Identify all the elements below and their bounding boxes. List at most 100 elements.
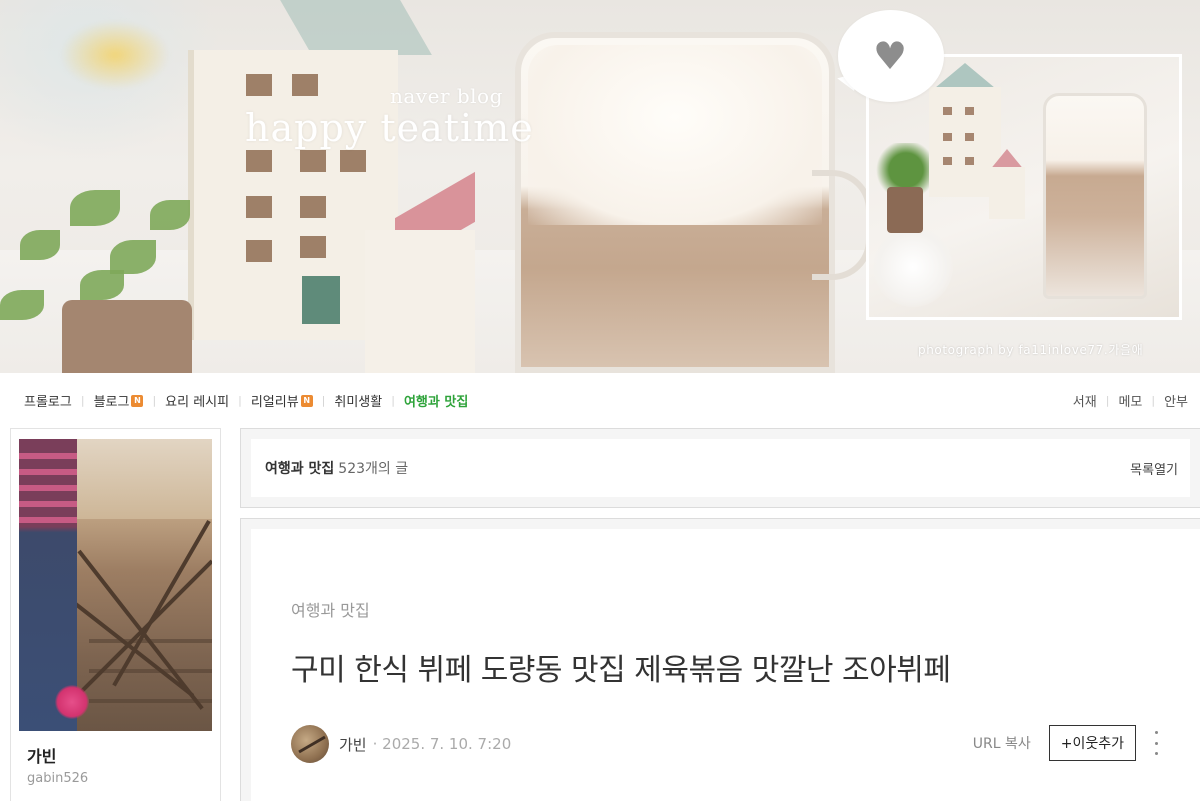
- url-copy-button[interactable]: URL 복사: [973, 733, 1031, 753]
- menu-separator: |: [1105, 394, 1110, 407]
- profile-image-rail: [76, 559, 212, 697]
- menu-separator: |: [321, 394, 326, 407]
- photo-house-window: [965, 157, 974, 165]
- photo-credit: photograph by fa11inlove77.가을애: [918, 343, 1144, 357]
- menu-item-label: 안부: [1164, 395, 1188, 410]
- menu-item-label: 여행과 맛집: [403, 395, 469, 410]
- blog-header-banner: naver blog happy teatime ♥ photograph by…: [0, 0, 1200, 373]
- category-bar-inner: 여행과 맛집 523개의 글 목록열기: [251, 439, 1190, 497]
- menu-separator: |: [1151, 394, 1156, 407]
- menu-item-hobby[interactable]: 취미생활: [334, 391, 382, 410]
- post-meta: 가빈 · 2025. 7. 10. 7:20: [291, 725, 511, 763]
- menu-item-label: 메모: [1118, 395, 1143, 410]
- menu-item-recipe[interactable]: 요리 레시피: [165, 391, 229, 410]
- post-content-area: 여행과 맛집 구미 한식 뷔페 도량동 맛집 제육볶음 맛깔난 조아뷔페 가빈 …: [251, 529, 1200, 801]
- banner-house-window: [300, 236, 326, 258]
- photo-house-window: [943, 107, 952, 115]
- profile-image-stripe: [19, 501, 77, 507]
- profile-image-rail-tie: [89, 669, 212, 673]
- category-name: 여행과 맛집: [265, 461, 335, 477]
- menu-separator: |: [238, 394, 242, 407]
- banner-house-window: [246, 74, 272, 96]
- profile-image-stripe: [19, 517, 77, 523]
- profile-image-rail-tie: [89, 639, 212, 643]
- menu-separator: |: [391, 394, 395, 407]
- menu-item-real-review[interactable]: 리얼리뷰 N: [251, 391, 313, 410]
- banner-cup-handle: [812, 170, 872, 280]
- menu-item-label: 블로그: [93, 395, 130, 410]
- photo-house-window: [943, 133, 952, 141]
- banner-plant-leaf: [80, 270, 124, 300]
- author-avatar[interactable]: [291, 725, 329, 763]
- profile-id: gabin526: [27, 771, 89, 786]
- menu-separator: |: [152, 394, 157, 407]
- banner-small-house: [365, 230, 475, 373]
- menu-item-label: 서재: [1072, 395, 1097, 410]
- banner-house-window: [300, 150, 326, 172]
- banner-subtitle: naver blog: [390, 84, 503, 108]
- heart-icon[interactable]: ♥: [872, 37, 908, 75]
- post-count: 523개의 글: [338, 461, 409, 477]
- photo-house-window: [965, 133, 974, 141]
- post-category-link[interactable]: 여행과 맛집: [291, 597, 370, 621]
- banner-plant-leaf: [70, 190, 120, 226]
- more-options-icon[interactable]: [1150, 731, 1162, 755]
- menu-item-label: 프롤로그: [24, 395, 72, 410]
- banner-house-window: [246, 240, 272, 262]
- blog-menu-bar: 프롤로그 | 블로그 N | 요리 레시피 | 리얼리뷰 N | 취미생활 | 여행…: [0, 373, 1200, 427]
- profile-name[interactable]: 가빈: [27, 743, 56, 767]
- new-badge: N: [131, 394, 144, 407]
- banner-plant-pot: [62, 300, 192, 373]
- photo-lace-doily: [873, 227, 953, 307]
- photo-house-window: [965, 107, 974, 115]
- category-post-count-bar: 여행과 맛집 523개의 글 목록열기: [240, 428, 1200, 508]
- profile-image-stripe: [19, 453, 77, 459]
- banner-house-door: [302, 276, 340, 324]
- profile-image-stripe: [19, 485, 77, 491]
- new-badge: N: [300, 394, 313, 407]
- photo-small-house: [989, 167, 1025, 219]
- profile-image-stripe: [19, 469, 77, 475]
- post-date: · 2025. 7. 10. 7:20: [372, 735, 512, 753]
- profile-image-rail: [112, 520, 211, 687]
- photo-plant-pot: [887, 187, 923, 233]
- menu-item-guestbook[interactable]: 안부: [1164, 391, 1188, 410]
- menu-separator: |: [80, 394, 85, 407]
- banner-house-window: [246, 150, 272, 172]
- menu-item-travel-food[interactable]: 여행과 맛집: [404, 391, 468, 410]
- banner-house-roof: [280, 0, 432, 55]
- menu-item-label: 취미생활: [334, 395, 383, 410]
- profile-image-flower: [55, 685, 89, 719]
- banner-plant-leaf: [0, 290, 44, 320]
- photo-latte-glass: [1043, 93, 1147, 299]
- profile-image-rail-tie: [89, 699, 212, 703]
- add-neighbor-button[interactable]: +이웃추가: [1048, 725, 1136, 761]
- banner-plant-leaf: [110, 240, 156, 274]
- banner-house-window: [300, 196, 326, 218]
- blog-title: happy teatime: [245, 106, 534, 150]
- menu-item-label: 요리 레시피: [165, 395, 230, 410]
- profile-card: 가빈 gabin526: [10, 428, 221, 801]
- category-summary: 여행과 맛집 523개의 글: [265, 458, 408, 478]
- photo-house-window: [943, 157, 952, 165]
- banner-house-window: [292, 74, 318, 96]
- open-list-button[interactable]: 목록열기: [1130, 459, 1178, 478]
- author-name[interactable]: 가빈: [339, 734, 367, 755]
- menu-item-library[interactable]: 서재: [1073, 391, 1097, 410]
- banner-house-window: [246, 196, 272, 218]
- banner-plant-leaf: [150, 200, 190, 230]
- menu-item-blog[interactable]: 블로그 N: [94, 391, 144, 410]
- category-menu: 프롤로그 | 블로그 N | 요리 레시피 | 리얼리뷰 N | 취미생활 | 여행…: [24, 391, 468, 410]
- banner-latte-foam: [528, 45, 822, 225]
- menu-item-label: 리얼리뷰: [250, 395, 299, 410]
- banner-house-window: [340, 150, 366, 172]
- banner-background-yellow: [60, 20, 170, 90]
- menu-item-prologue[interactable]: 프롤로그: [24, 391, 72, 410]
- menu-item-memo[interactable]: 메모: [1118, 391, 1142, 410]
- utility-menu: 서재 | 메모 | 안부: [1073, 391, 1188, 410]
- post-title: 구미 한식 뷔페 도량동 맛집 제육볶음 맛깔난 조아뷔페: [291, 653, 951, 688]
- banner-plant-leaf: [20, 230, 60, 260]
- profile-image[interactable]: [19, 439, 212, 731]
- post-card: 여행과 맛집 구미 한식 뷔페 도량동 맛집 제육볶음 맛깔난 조아뷔페 가빈 …: [240, 518, 1200, 801]
- post-actions: URL 복사 +이웃추가: [973, 725, 1162, 761]
